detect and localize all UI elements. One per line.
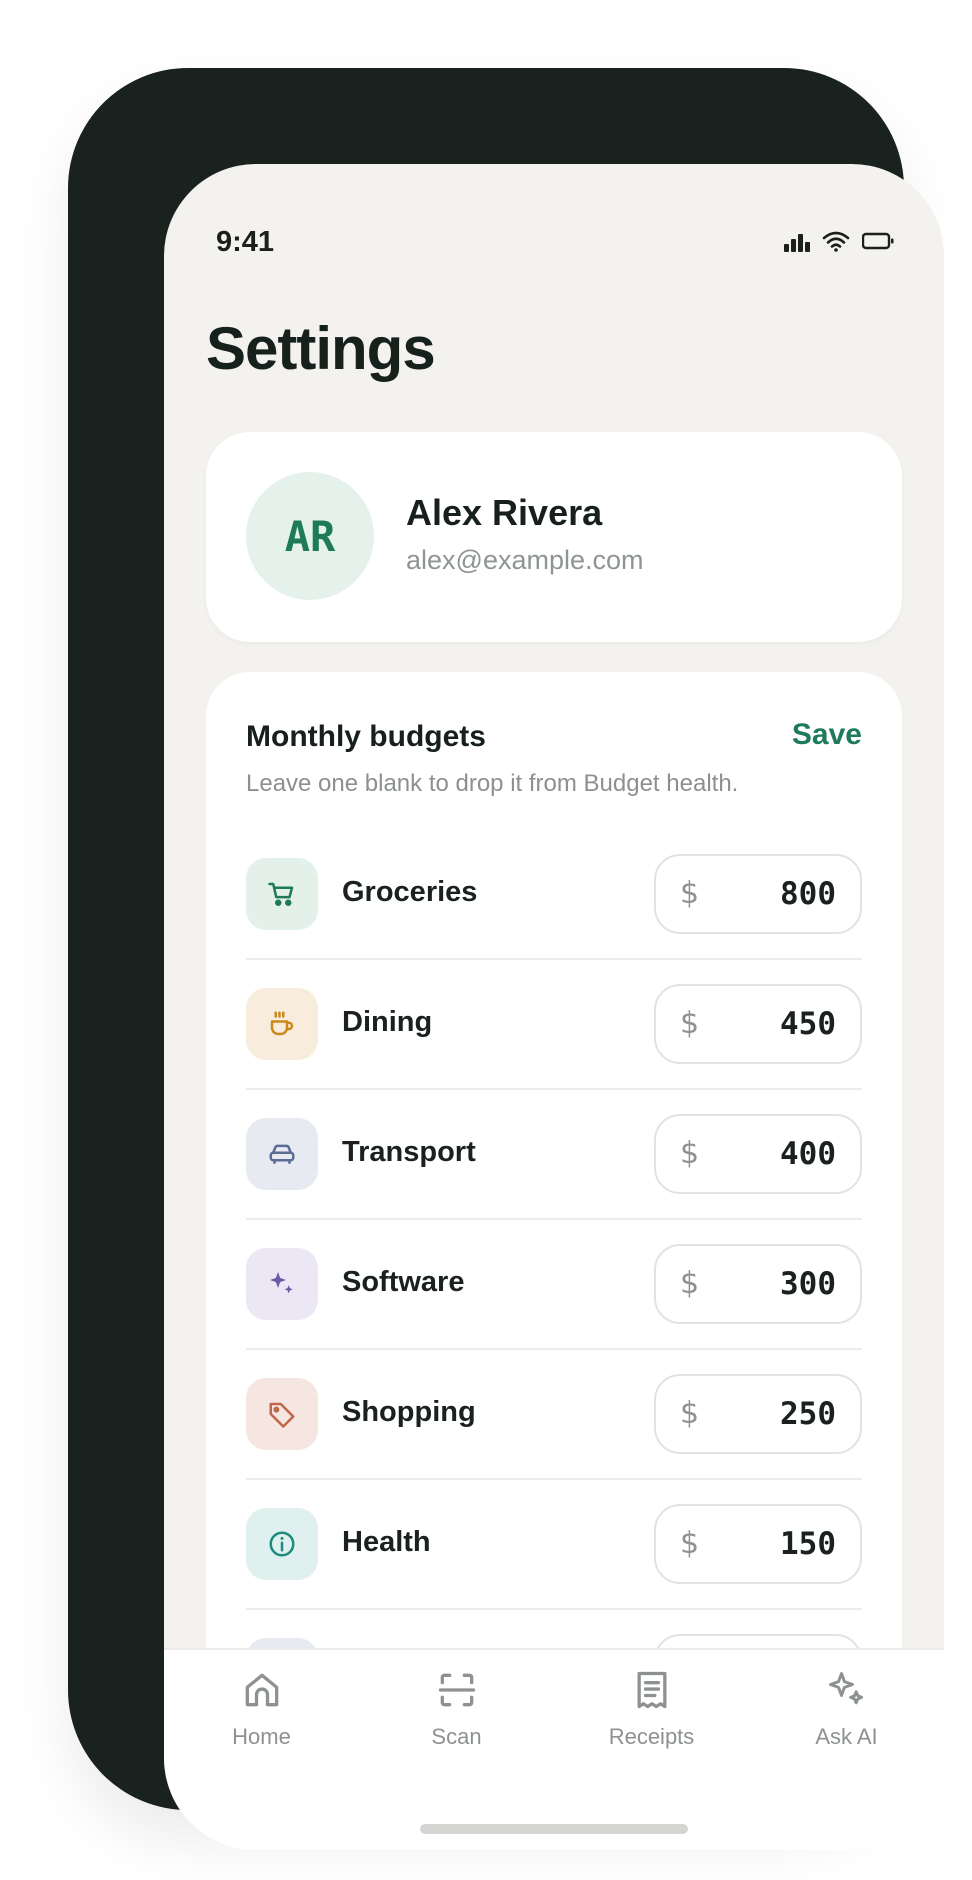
car-icon [246,1118,318,1190]
cellular-signal-icon [784,234,810,252]
budget-label: Transport [342,1136,476,1168]
budgets-title: Monthly budgets [246,720,486,753]
profile-email: alex@example.com [406,545,644,575]
wifi-icon [822,231,850,252]
currency-symbol: $ [680,1266,700,1301]
status-bar: 9:41 [164,164,944,304]
tab-label: Ask AI [815,1724,878,1749]
budget-label: Dining [342,1006,433,1038]
battery-icon [862,232,894,250]
tab-bar: Home Scan Receipts Ask AI [164,1648,944,1850]
status-icons [784,230,894,252]
home-icon [245,1673,278,1707]
profile-card[interactable]: AR Alex Rivera alex@example.com [206,432,902,642]
budget-row-health: Health $ 150 [246,1480,862,1610]
budget-label: Software [342,1266,465,1298]
tab-label: Scan [431,1724,482,1749]
budget-row-groceries: Groceries $ 800 [246,830,862,960]
info-icon [246,1508,318,1580]
cart-icon [246,858,318,930]
currency-symbol: $ [680,1526,700,1561]
budget-amount-value: 800 [780,876,836,912]
tab-scan[interactable]: Scan [359,1668,554,1750]
profile-name: Alex Rivera [406,492,603,533]
scan-icon [438,1673,475,1707]
budget-amount-value: 150 [780,1526,836,1562]
coffee-icon [246,988,318,1060]
budget-row-software: Software $ 300 [246,1220,862,1350]
budget-amount-value: 300 [780,1266,836,1302]
currency-symbol: $ [680,1006,700,1041]
currency-symbol: $ [680,876,700,911]
budget-amount-value: 250 [780,1396,836,1432]
budget-amount-value: 450 [780,1006,836,1042]
currency-symbol: $ [680,1396,700,1431]
sparkle-icon [828,1672,863,1705]
budget-amount-input[interactable]: $ 150 [654,1504,862,1584]
home-indicator [420,1824,688,1834]
budget-amount-input[interactable]: $ 250 [654,1374,862,1454]
budget-label: Health [342,1526,431,1558]
tag-icon [246,1378,318,1450]
budget-label: Groceries [342,876,478,908]
budget-row-dining: Dining $ 450 [246,960,862,1090]
budget-row-transport: Transport $ 400 [246,1090,862,1220]
budget-label: Shopping [342,1396,476,1428]
screen: 9:41 Settings AR Alex Rivera alex@exampl… [164,164,944,1850]
budget-amount-input[interactable]: $ 300 [654,1244,862,1324]
tab-label: Home [232,1724,291,1749]
budget-amount-input[interactable]: $ 800 [654,854,862,934]
tab-home[interactable]: Home [164,1668,359,1750]
save-button[interactable]: Save [792,718,862,752]
tab-receipts[interactable]: Receipts [554,1668,749,1750]
receipt-icon [637,1671,666,1709]
budget-amount-value: 400 [780,1136,836,1172]
budget-amount-input[interactable]: $ 450 [654,984,862,1064]
tab-ask-ai[interactable]: Ask AI [749,1668,944,1750]
status-time: 9:41 [216,226,275,258]
currency-symbol: $ [680,1136,700,1171]
budgets-subtitle: Leave one blank to drop it from Budget h… [246,770,739,797]
avatar: AR [246,472,374,600]
sparkle-icon [246,1248,318,1320]
tab-label: Receipts [608,1724,695,1749]
phone-frame: 9:41 Settings AR Alex Rivera alex@exampl… [68,68,944,1850]
page-title: Settings [206,315,436,382]
budget-row-shopping: Shopping $ 250 [246,1350,862,1480]
budget-amount-input[interactable]: $ 400 [654,1114,862,1194]
